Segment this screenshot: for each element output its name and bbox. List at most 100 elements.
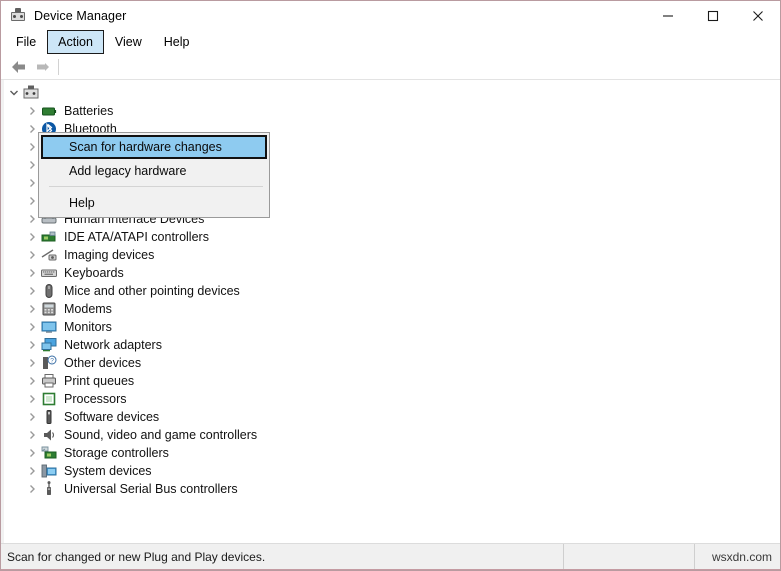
toolbar bbox=[1, 54, 780, 80]
tree-item-network-adapters[interactable]: Network adapters bbox=[1, 336, 780, 354]
titlebar: Device Manager bbox=[1, 1, 780, 30]
tree-item-label: Modems bbox=[64, 302, 112, 316]
minimize-icon[interactable] bbox=[645, 1, 690, 30]
tree-item-label: Software devices bbox=[64, 410, 160, 424]
tree-item-label: Batteries bbox=[64, 104, 114, 118]
device-tree[interactable]: Batteries Bluetooth Human Interface Devi… bbox=[1, 80, 780, 543]
tree-item-label: Mice and other pointing devices bbox=[64, 284, 240, 298]
monitor-icon bbox=[41, 319, 57, 335]
menu-help[interactable]: Help bbox=[153, 30, 201, 54]
processor-icon bbox=[41, 391, 57, 407]
tree-item-batteries[interactable]: Batteries bbox=[1, 102, 780, 120]
chevron-right-icon[interactable] bbox=[25, 211, 39, 227]
battery-icon bbox=[41, 103, 57, 119]
tree-item-other-devices[interactable]: ? Other devices bbox=[1, 354, 780, 372]
chevron-right-icon[interactable] bbox=[25, 157, 39, 173]
chevron-right-icon[interactable] bbox=[25, 463, 39, 479]
menu-action[interactable]: Action bbox=[47, 30, 104, 54]
close-icon[interactable] bbox=[735, 1, 780, 30]
tree-item-usb-controllers[interactable]: Universal Serial Bus controllers bbox=[1, 480, 780, 498]
computer-root-icon bbox=[23, 85, 39, 101]
tree-item-label: Storage controllers bbox=[64, 446, 169, 460]
other-device-icon: ? bbox=[41, 355, 57, 371]
status-middle-pane bbox=[564, 544, 695, 570]
chevron-right-icon[interactable] bbox=[25, 409, 39, 425]
tree-item-label: Print queues bbox=[64, 374, 135, 388]
storage-controller-icon bbox=[41, 445, 57, 461]
chevron-right-icon[interactable] bbox=[25, 337, 39, 353]
tree-item-software-devices[interactable]: Software devices bbox=[1, 408, 780, 426]
tree-item-label: Keyboards bbox=[64, 266, 124, 280]
tree-item-label: IDE ATA/ATAPI controllers bbox=[64, 230, 209, 244]
chevron-right-icon[interactable] bbox=[25, 319, 39, 335]
back-arrow-icon[interactable] bbox=[7, 56, 31, 78]
statusbar: Scan for changed or new Plug and Play de… bbox=[1, 543, 780, 570]
menu-item-add-legacy-hardware[interactable]: Add legacy hardware bbox=[41, 159, 267, 182]
printer-icon bbox=[41, 373, 57, 389]
network-adapter-icon bbox=[41, 337, 57, 353]
chevron-right-icon[interactable] bbox=[25, 427, 39, 443]
maximize-icon[interactable] bbox=[690, 1, 735, 30]
tree-item-sound-controllers[interactable]: Sound, video and game controllers bbox=[1, 426, 780, 444]
toolbar-separator bbox=[58, 59, 59, 75]
watermark: wsxdn.com bbox=[711, 550, 772, 564]
tree-item-system-devices[interactable]: System devices bbox=[1, 462, 780, 480]
chevron-right-icon[interactable] bbox=[25, 247, 39, 263]
chevron-right-icon[interactable] bbox=[25, 265, 39, 281]
chevron-right-icon[interactable] bbox=[25, 355, 39, 371]
chevron-right-icon[interactable] bbox=[25, 121, 39, 137]
tree-item-keyboards[interactable]: Keyboards bbox=[1, 264, 780, 282]
tree-item-label: Monitors bbox=[64, 320, 112, 334]
tree-item-storage-controllers[interactable]: Storage controllers bbox=[1, 444, 780, 462]
keyboard-icon bbox=[41, 265, 57, 281]
tree-root-row[interactable] bbox=[1, 84, 780, 102]
chevron-right-icon[interactable] bbox=[25, 301, 39, 317]
device-manager-window: Device Manager File Action View Help Bat… bbox=[0, 0, 781, 571]
tree-item-mice[interactable]: Mice and other pointing devices bbox=[1, 282, 780, 300]
chevron-right-icon[interactable] bbox=[25, 445, 39, 461]
tree-item-label: Network adapters bbox=[64, 338, 162, 352]
chevron-right-icon[interactable] bbox=[25, 373, 39, 389]
sound-icon bbox=[41, 427, 57, 443]
chevron-right-icon[interactable] bbox=[25, 481, 39, 497]
imaging-device-icon bbox=[41, 247, 57, 263]
menu-file[interactable]: File bbox=[5, 30, 47, 54]
chevron-right-icon[interactable] bbox=[25, 175, 39, 191]
mouse-icon bbox=[41, 283, 57, 299]
status-message: Scan for changed or new Plug and Play de… bbox=[1, 544, 564, 570]
tree-item-modems[interactable]: Modems bbox=[1, 300, 780, 318]
device-manager-icon bbox=[10, 7, 26, 24]
chevron-right-icon[interactable] bbox=[25, 229, 39, 245]
usb-icon bbox=[41, 481, 57, 497]
chevron-right-icon[interactable] bbox=[25, 391, 39, 407]
tree-item-monitors[interactable]: Monitors bbox=[1, 318, 780, 336]
tree-item-label: System devices bbox=[64, 464, 152, 478]
forward-arrow-icon[interactable] bbox=[31, 56, 55, 78]
menu-separator bbox=[49, 186, 263, 187]
software-device-icon bbox=[41, 409, 57, 425]
tree-item-imaging-devices[interactable]: Imaging devices bbox=[1, 246, 780, 264]
tree-item-label: Universal Serial Bus controllers bbox=[64, 482, 238, 496]
action-dropdown-menu[interactable]: Scan for hardware changes Add legacy har… bbox=[38, 132, 270, 218]
tree-item-print-queues[interactable]: Print queues bbox=[1, 372, 780, 390]
tree-item-label: Processors bbox=[64, 392, 127, 406]
svg-text:?: ? bbox=[50, 358, 54, 365]
tree-item-label: Sound, video and game controllers bbox=[64, 428, 258, 442]
chevron-right-icon[interactable] bbox=[25, 283, 39, 299]
menubar: File Action View Help bbox=[1, 30, 780, 54]
chevron-down-icon[interactable] bbox=[7, 85, 21, 101]
chevron-right-icon[interactable] bbox=[25, 103, 39, 119]
ide-controller-icon bbox=[41, 229, 57, 245]
tree-item-ide-controllers[interactable]: IDE ATA/ATAPI controllers bbox=[1, 228, 780, 246]
modem-icon bbox=[41, 301, 57, 317]
menu-item-help[interactable]: Help bbox=[41, 191, 267, 214]
window-controls bbox=[645, 1, 780, 30]
system-device-icon bbox=[41, 463, 57, 479]
menu-item-scan-for-hardware-changes[interactable]: Scan for hardware changes bbox=[41, 135, 267, 159]
chevron-right-icon[interactable] bbox=[25, 139, 39, 155]
tree-item-label: Other devices bbox=[64, 356, 142, 370]
tree-item-label: Imaging devices bbox=[64, 248, 155, 262]
chevron-right-icon[interactable] bbox=[25, 193, 39, 209]
tree-item-processors[interactable]: Processors bbox=[1, 390, 780, 408]
menu-view[interactable]: View bbox=[104, 30, 153, 54]
